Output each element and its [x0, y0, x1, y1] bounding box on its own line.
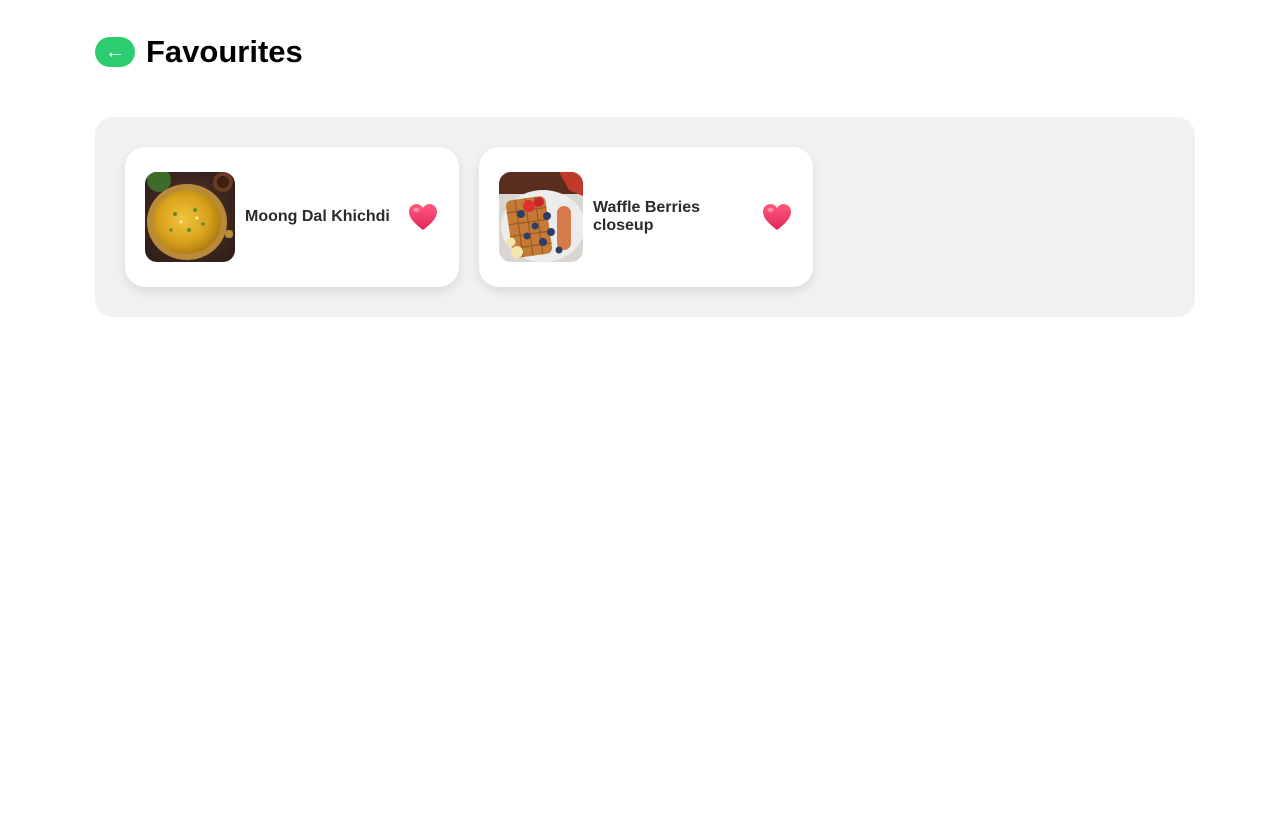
khichdi-photo-icon: [145, 172, 235, 262]
back-button[interactable]: ←: [95, 37, 135, 67]
recipe-image[interactable]: [145, 172, 235, 262]
recipe-name[interactable]: Waffle Berries closeup: [593, 199, 761, 235]
favourite-toggle-button[interactable]: [407, 201, 439, 233]
heart-icon: [409, 204, 437, 230]
favourite-toggle-button[interactable]: [761, 201, 793, 233]
favourites-page: ← Favourites Moong Dal Khichdi Waffle Be…: [0, 0, 1267, 818]
favourite-card[interactable]: Waffle Berries closeup: [479, 147, 813, 287]
recipe-name[interactable]: Moong Dal Khichdi: [245, 208, 407, 226]
header: ← Favourites: [95, 31, 303, 73]
heart-icon: [763, 204, 791, 230]
favourites-panel: Moong Dal Khichdi Waffle Berries closeup: [95, 117, 1195, 317]
favourite-card[interactable]: Moong Dal Khichdi: [125, 147, 459, 287]
page-title: Favourites: [146, 34, 303, 69]
recipe-image[interactable]: [499, 172, 583, 262]
waffle-photo-icon: [499, 172, 583, 262]
